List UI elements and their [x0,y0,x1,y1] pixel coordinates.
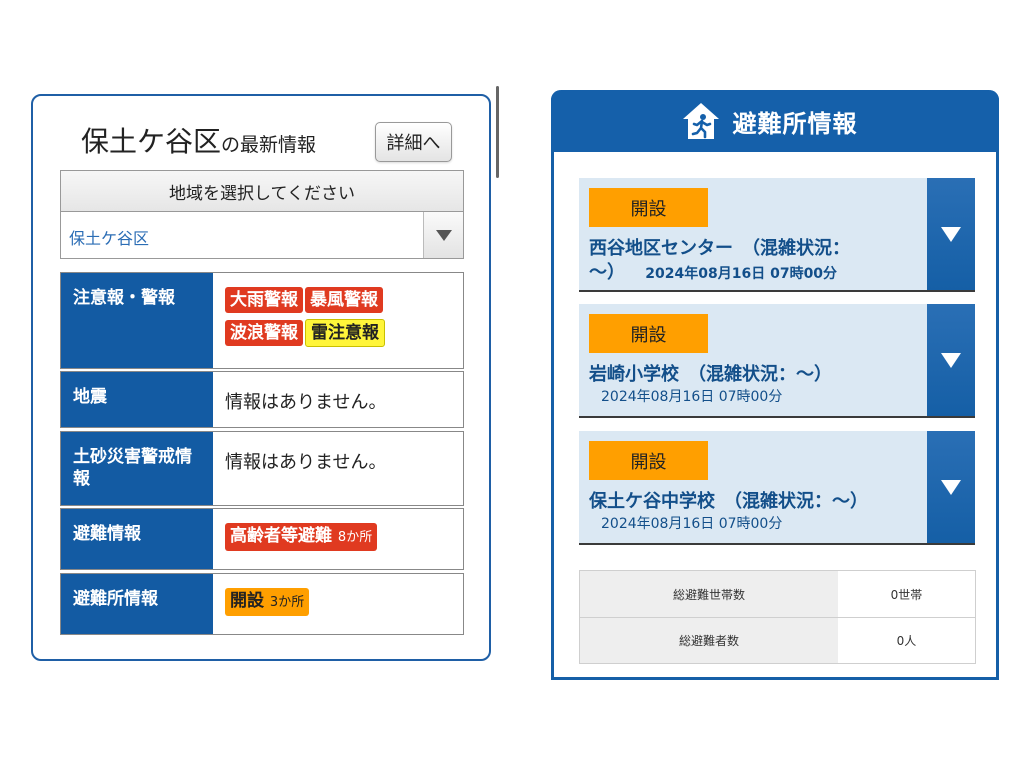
info-row-shelter: 避難所情報 開設 3か所 [60,573,464,635]
summary-value: 0人 [838,618,975,663]
info-row-warnings: 注意報・警報 大雨警報 暴風警報 波浪警報 雷注意報 [60,272,464,369]
panel-title: 保土ケ谷区の最新情報 [81,120,316,160]
row-value: 開設 3か所 [225,588,457,622]
row-value: 情報はありません。 [225,386,457,414]
info-row-landslide: 土砂災害警戒情報 情報はありません。 [60,431,464,506]
shelter-status-badge: 開設 [589,188,708,227]
shelter-status-badge: 開設 [589,314,708,353]
shelter-panel-title: 避難所情報 [732,109,858,138]
shelter-date: 2024年08月16日 07時00分 [601,389,783,405]
shelter-open-badge[interactable]: 開設 3か所 [225,588,310,616]
shelter-item[interactable]: 開設 岩崎小学校 （混雑状況：〜） 2024年08月16日 07時00分 [579,304,975,418]
row-label: 土砂災害警戒情報 [61,432,213,505]
warning-badge[interactable]: 暴風警報 [305,287,383,313]
chevron-down-icon [941,352,961,368]
row-label: 地震 [61,372,213,427]
latest-info-panel: 保土ケ谷区の最新情報 詳細へ 地域を選択してください 保土ケ谷区 注意報・警報 … [31,94,491,661]
row-value: 高齢者等避難 8か所 [225,523,457,557]
shelter-item[interactable]: 開設 西谷地区センター （混雑状況： 〜） 2024年08月16日 07時00分 [579,178,975,292]
shelter-name: 岩崎小学校 （混雑状況：〜） [589,364,832,385]
chevron-down-icon [941,226,961,242]
shelter-info-panel: 避難所情報 開設 西谷地区センター （混雑状況： 〜） 2024年08月16日 … [551,90,999,680]
chevron-down-icon [435,229,452,241]
summary-label: 総避難者数 [580,618,838,663]
shelter-item[interactable]: 開設 保土ケ谷中学校 （混雑状況：〜） 2024年08月16日 07時00分 [579,431,975,545]
table-row: 総避難世帯数 0世帯 [580,571,975,617]
shelter-panel-header: 避難所情報 [551,90,999,152]
shelter-date: 2024年08月16日 07時00分 [645,266,838,282]
evacuation-badge-label: 高齢者等避難 [230,526,332,546]
evacuation-count: 8か所 [337,530,373,545]
dropdown-toggle[interactable] [423,212,463,258]
row-label: 注意報・警報 [61,273,213,368]
shelter-name: 保土ケ谷中学校 （混雑状況：〜） [589,491,868,512]
detail-button[interactable]: 詳細へ [375,122,452,162]
warning-badges: 大雨警報 暴風警報 波浪警報 雷注意報 [225,287,457,353]
region-select-header: 地域を選択してください [60,170,464,212]
evacuation-summary-table: 総避難世帯数 0世帯 総避難者数 0人 [579,570,976,664]
row-value: 情報はありません。 [225,446,457,474]
warning-badge[interactable]: 大雨警報 [225,287,303,313]
area-name: 保土ケ谷区 [81,125,222,158]
evacuation-exit-icon [682,103,719,139]
shelter-status-badge: 開設 [589,441,708,480]
title-suffix: の最新情報 [221,134,317,156]
shelter-badge-label: 開設 [230,591,264,611]
shelter-name-cont: 〜） [589,262,625,283]
advisory-badge[interactable]: 雷注意報 [305,319,385,347]
row-text: 情報はありません。 [225,392,387,413]
info-row-evacuation: 避難情報 高齢者等避難 8か所 [60,508,464,570]
evacuation-badge[interactable]: 高齢者等避難 8か所 [225,523,378,551]
shelter-count: 3か所 [269,595,305,610]
region-select-dropdown[interactable]: 保土ケ谷区 [60,211,464,259]
region-selected-value: 保土ケ谷区 [69,229,150,248]
chevron-down-icon [941,479,961,495]
info-row-earthquake: 地震 情報はありません。 [60,371,464,428]
summary-label: 総避難世帯数 [580,571,838,617]
row-label: 避難所情報 [61,574,213,634]
scrollbar[interactable] [496,86,499,178]
row-label: 避難情報 [61,509,213,569]
shelter-line-2: 〜） 2024年08月16日 07時00分 [589,258,837,284]
expand-button[interactable] [927,304,975,416]
table-row: 総避難者数 0人 [580,617,975,663]
expand-button[interactable] [927,431,975,543]
row-text: 情報はありません。 [225,452,387,473]
shelter-date: 2024年08月16日 07時00分 [601,516,783,532]
shelter-name: 西谷地区センター （混雑状況： [589,238,850,259]
warning-badge[interactable]: 波浪警報 [225,320,303,346]
expand-button[interactable] [927,178,975,290]
summary-value: 0世帯 [838,571,975,617]
